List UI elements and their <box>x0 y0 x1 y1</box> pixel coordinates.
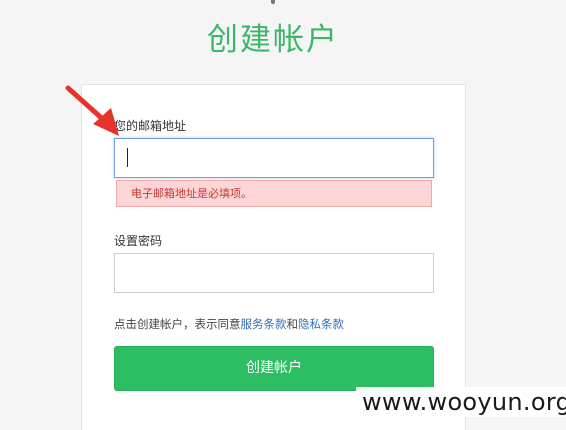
watermark-text: www.wooyun.org <box>356 387 566 417</box>
page-title: 创建帐户 <box>207 22 339 58</box>
terms-notice: 点击创建帐户，表示同意服务条款和隐私条款 <box>114 316 344 332</box>
email-input[interactable] <box>114 138 434 178</box>
email-error-message: 电子邮箱地址是必填项。 <box>116 180 432 207</box>
email-label: 您的邮箱地址 <box>114 119 187 133</box>
create-account-button[interactable]: 创建帐户 <box>114 346 434 391</box>
text-caret <box>127 148 128 167</box>
service-terms-link[interactable]: 服务条款 <box>241 317 287 331</box>
terms-prefix: 点击创建帐户，表示同意 <box>114 317 241 331</box>
password-input[interactable] <box>114 253 434 293</box>
password-label: 设置密码 <box>114 234 163 248</box>
terms-connector: 和 <box>286 317 299 331</box>
privacy-terms-link[interactable]: 隐私条款 <box>298 317 344 331</box>
top-edge-mark <box>271 0 275 4</box>
